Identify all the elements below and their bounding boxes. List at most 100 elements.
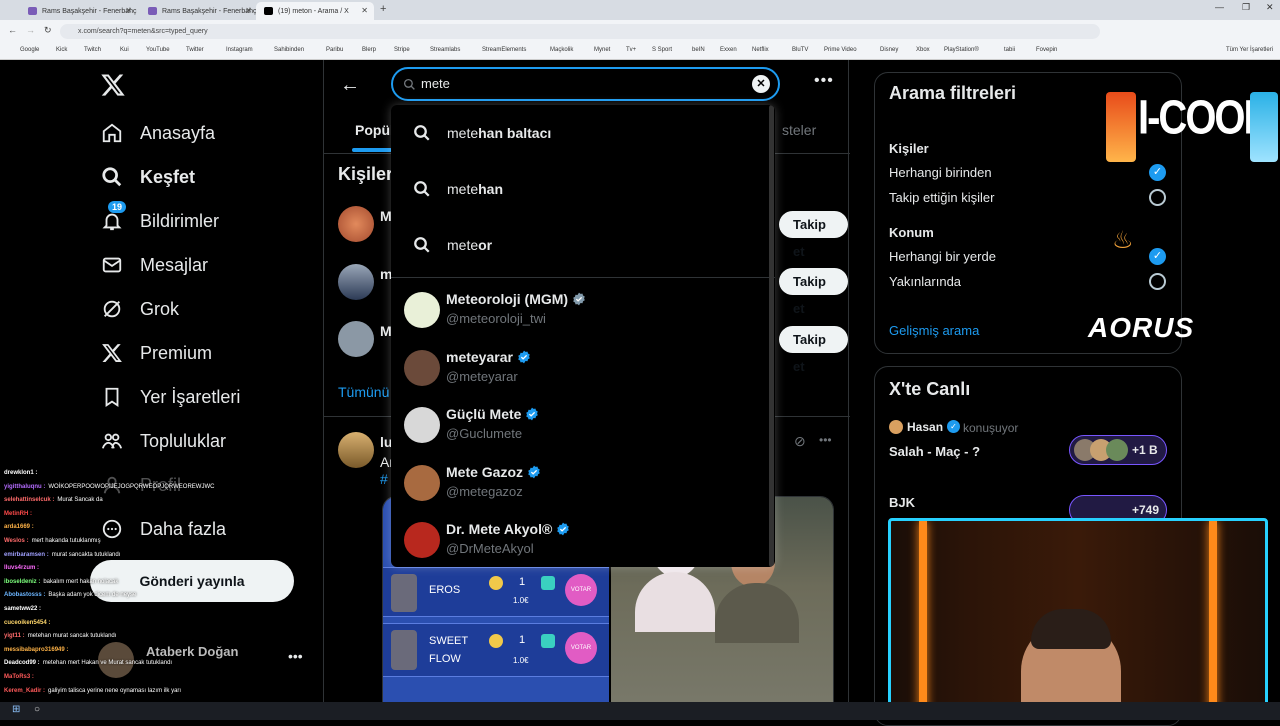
user-suggestion[interactable]: Meteoroloji (MGM) @meteoroloji_twi <box>391 281 775 338</box>
grok-icon[interactable]: ⊘ <box>794 433 806 450</box>
chat-message: yigitthaluqnu : WOİKOPERPOOWOPIJEJOGPQRWE… <box>4 484 214 490</box>
search-suggestion[interactable]: mete han <box>391 161 775 217</box>
sidebar-item-search[interactable]: Keşfet <box>100 157 195 197</box>
follow-button[interactable]: Takip et <box>779 326 848 374</box>
close-tab-icon[interactable]: ✕ <box>125 6 132 15</box>
search-suggestion[interactable]: mete han baltacı <box>391 105 775 161</box>
bookmark-item[interactable]: tabii <box>1004 47 1015 53</box>
search-icon <box>413 180 431 198</box>
browser-tab-active[interactable]: (19) meton - Arama / X ✕ <box>256 2 374 20</box>
user-suggestion[interactable]: meteyarar @meteyarar <box>391 339 775 396</box>
follow-button[interactable]: Takip et <box>779 211 848 259</box>
sidebar-item-bell[interactable]: 19 Bildirimler <box>100 201 219 241</box>
bookmark-item[interactable]: beIN <box>692 47 705 53</box>
sidebar-item-home[interactable]: Anasayfa <box>100 113 215 153</box>
radio-unchecked[interactable] <box>1149 189 1166 206</box>
bookmark-item[interactable]: Instagram <box>226 47 253 53</box>
address-bar[interactable]: x.com/search?q=meten&src=typed_query <box>60 24 1100 39</box>
bookmark-item[interactable]: PlayStation® <box>944 47 979 53</box>
search-icon[interactable]: ○ <box>34 704 40 715</box>
bookmark-item[interactable]: Tv+ <box>626 47 636 53</box>
bookmark-item[interactable]: Exxen <box>720 47 737 53</box>
browser-tab[interactable]: Rams Başakşehir - Fenerbahç ✕ <box>140 2 258 20</box>
chat-message: lluvs4rzum : <box>4 565 42 571</box>
more-options-icon[interactable]: ••• <box>819 433 832 447</box>
tab-popular[interactable]: Popül <box>355 122 394 138</box>
bookmark-item[interactable]: Fovepin <box>1036 47 1057 53</box>
x-logo-icon[interactable] <box>100 72 126 98</box>
bookmark-item[interactable]: Sahibinden <box>274 47 304 53</box>
plus-icon <box>541 576 555 590</box>
close-window-icon[interactable]: ✕ <box>1266 2 1274 13</box>
back-arrow-icon[interactable]: ← <box>340 74 360 97</box>
mail-icon <box>100 253 124 277</box>
chat-username: Abobastosss : <box>4 592 46 599</box>
suggestion-match: mete <box>447 181 479 197</box>
scrollbar[interactable] <box>769 105 774 567</box>
search-input[interactable]: mete ✕ <box>391 67 780 101</box>
search-suggestion[interactable]: mete or <box>391 217 775 273</box>
bookmark-item[interactable]: Prime Video <box>824 47 857 53</box>
sidebar-item-grok[interactable]: Grok <box>100 289 179 329</box>
radio-checked[interactable]: ✓ <box>1149 164 1166 181</box>
forward-icon[interactable]: → <box>26 25 35 35</box>
avatar[interactable] <box>338 206 374 242</box>
close-tab-icon[interactable]: ✕ <box>245 6 252 15</box>
new-tab-icon[interactable]: + <box>380 3 386 15</box>
avatar[interactable] <box>338 264 374 300</box>
sidebar-item-x-logo[interactable]: Premium <box>100 333 212 373</box>
bookmark-item[interactable]: StreamElements <box>482 47 526 53</box>
reload-icon[interactable]: ↻ <box>44 25 52 36</box>
bookmark-item[interactable]: Stripe <box>394 47 410 53</box>
show-all-link[interactable]: Tümünü <box>338 384 389 400</box>
bookmark-item[interactable]: S Sport <box>652 47 672 53</box>
user-suggestion[interactable]: Dr. Mete Akyol® @DrMeteAkyol <box>391 511 775 567</box>
chat-message: MetinRH : <box>4 511 35 517</box>
minimize-icon[interactable]: — <box>1215 2 1224 12</box>
bookmark-item[interactable]: Disney <box>880 47 898 53</box>
more-options-icon[interactable]: ••• <box>814 72 834 90</box>
windows-start-icon[interactable]: ⊞ <box>12 704 20 715</box>
user-suggestion[interactable]: Güçlü Mete @Guclumete <box>391 396 775 453</box>
radio-checked[interactable]: ✓ <box>1149 248 1166 265</box>
bookmark-item[interactable]: Streamlabs <box>430 47 460 53</box>
bookmark-item[interactable]: YouTube <box>146 47 170 53</box>
bookmarks-bar: Google Kick Twitch Kui YouTube Twitter Instagr… <box>0 42 1280 60</box>
bookmark-item[interactable]: Blerp <box>362 47 376 53</box>
bookmark-item[interactable]: Xbox <box>916 47 930 53</box>
verified-badge-icon: ✓ <box>947 420 960 433</box>
sidebar-item-bookmark[interactable]: Yer İşaretleri <box>100 377 240 417</box>
browser-tab[interactable]: Rams Başakşehir - Fenerbahç ✕ <box>20 2 138 20</box>
bookmark-item[interactable]: Netflix <box>752 47 769 53</box>
follow-button[interactable]: Takip et <box>779 268 848 316</box>
bookmark-item[interactable]: BluTV <box>792 47 808 53</box>
bookmark-item[interactable]: Twitter <box>186 47 204 53</box>
avatar[interactable] <box>338 432 374 468</box>
taskbar: ⊞ ○ <box>0 702 1280 720</box>
bookmark-item[interactable]: Twitch <box>84 47 101 53</box>
bookmark-item[interactable]: Kick <box>56 47 67 53</box>
default-avatar[interactable] <box>338 321 374 357</box>
listeners-pill[interactable]: +1 B <box>1069 435 1167 465</box>
vote-row: EROS 1 1.0€ VOTAR <box>383 567 609 617</box>
maximize-icon[interactable]: ❐ <box>1242 2 1250 13</box>
bookmark-item[interactable]: Mynet <box>594 47 610 53</box>
tab-lists[interactable]: steler <box>782 122 816 138</box>
notification-badge: 19 <box>108 201 127 213</box>
verified-badge-icon <box>556 522 570 536</box>
close-tab-icon[interactable]: ✕ <box>361 6 368 15</box>
back-icon[interactable]: ← <box>8 25 17 35</box>
user-suggestion[interactable]: Mete Gazoz @metegazoz <box>391 454 775 511</box>
clear-search-icon[interactable]: ✕ <box>752 75 770 93</box>
bookmark-item[interactable]: Maçkolik <box>550 47 573 53</box>
chat-message: cuceoiken5454 : <box>4 620 53 626</box>
radio-unchecked[interactable] <box>1149 273 1166 290</box>
sidebar-item-mail[interactable]: Mesajlar <box>100 245 208 285</box>
bookmark-item[interactable]: Kui <box>120 47 129 53</box>
all-bookmarks-link[interactable]: Tüm Yer İşaretleri <box>1226 47 1273 53</box>
sidebar-item-people[interactable]: Topluluklar <box>100 421 226 461</box>
more-dots-icon[interactable]: ••• <box>288 648 303 664</box>
user-display-name: Mete Gazoz <box>446 463 524 480</box>
bookmark-item[interactable]: Google <box>20 47 39 53</box>
bookmark-item[interactable]: Paribu <box>326 47 343 53</box>
